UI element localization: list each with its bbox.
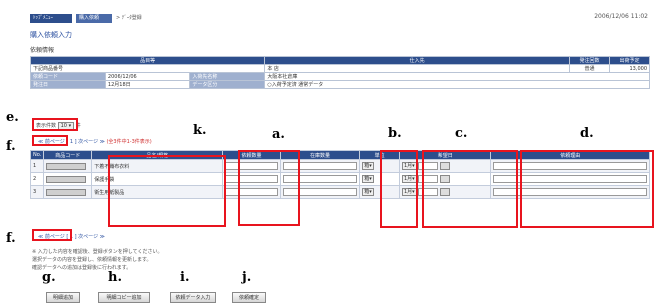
item-code-field[interactable] bbox=[46, 162, 87, 170]
day-input[interactable] bbox=[418, 162, 439, 170]
table-row: 2 保護手袋 箱▾ 1月▾ bbox=[29, 172, 650, 186]
annotation-label-j: j. bbox=[242, 270, 252, 285]
items-table: No. 商品コード 品名/規格 依頼数量 在庫数量 単位 希望日 依頼理由 1 … bbox=[29, 150, 650, 199]
col-date: 希望日 bbox=[398, 150, 492, 160]
calendar-icon[interactable] bbox=[439, 162, 450, 170]
info-label-dest: 入荷先名称 bbox=[189, 72, 266, 81]
quantity-input[interactable] bbox=[225, 188, 278, 196]
breadcrumb: > ﾃﾞｰﾀ登録 bbox=[116, 15, 142, 21]
unit-select[interactable]: 箱▾ bbox=[362, 162, 374, 170]
info-label-type: データ区分 bbox=[189, 80, 266, 89]
info-cell-item: 下記商品番号 bbox=[29, 64, 266, 73]
pager-bottom[interactable]: ≪ 前ページ [ 1 ] 次ページ ≫ bbox=[38, 233, 105, 240]
annotation-label-b: b. bbox=[388, 126, 402, 141]
info-cell-count: 普通 bbox=[569, 64, 610, 73]
request-info-table: 品目等 仕入先 発注回数 出荷予定 下記商品番号 本 店 普通 13,000 依… bbox=[29, 56, 650, 89]
row-no: 1 bbox=[29, 159, 45, 173]
month-select[interactable]: 1月▾ bbox=[401, 175, 417, 183]
col-code: 商品コード bbox=[43, 150, 93, 160]
reason-input[interactable] bbox=[493, 175, 647, 183]
annotation-label-a: a. bbox=[272, 127, 285, 142]
unit-select[interactable]: 箱▾ bbox=[362, 188, 374, 196]
row-no: 3 bbox=[29, 185, 45, 199]
info-label-code: 依頼コード bbox=[30, 72, 106, 81]
info-label-date: 発注日 bbox=[30, 80, 106, 89]
datetime: 2006/12/06 11:02 bbox=[594, 13, 648, 20]
annotation-label-g: g. bbox=[42, 270, 56, 285]
info-value-type: ○入荷予定済 通常データ bbox=[264, 80, 650, 89]
calendar-icon[interactable] bbox=[439, 175, 450, 183]
month-select[interactable]: 1月▾ bbox=[401, 162, 417, 170]
reason-input[interactable] bbox=[493, 188, 647, 196]
info-header-items: 品目等 bbox=[29, 56, 266, 65]
day-input[interactable] bbox=[418, 188, 439, 196]
annotation-label-h: h. bbox=[108, 270, 122, 285]
col-no: No. bbox=[29, 150, 45, 160]
col-stock: 在庫数量 bbox=[279, 150, 361, 160]
stock-input[interactable] bbox=[282, 188, 358, 196]
display-count-select[interactable]: 10 ▾ bbox=[57, 122, 75, 130]
pager-top-note: (全3件中1-3件表示) bbox=[106, 139, 152, 145]
item-name: 下着不織布衣料 bbox=[91, 159, 224, 173]
info-value-code: 2006/12/06 bbox=[104, 72, 191, 81]
pager-bottom-links[interactable]: ≪ 前ページ [ 1 ] 次ページ ≫ bbox=[38, 234, 105, 240]
quantity-input[interactable] bbox=[225, 175, 278, 183]
annotation-label-c: c. bbox=[455, 126, 468, 141]
annotation-label-d: d. bbox=[580, 126, 594, 141]
info-header-supplier: 仕入先 bbox=[264, 56, 570, 65]
annotation-label-k: k. bbox=[193, 123, 207, 138]
annotation-label-i: i. bbox=[180, 270, 190, 285]
page-title: 購入依頼入力 bbox=[30, 31, 72, 39]
col-reason: 依頼理由 bbox=[490, 150, 650, 160]
col-unit: 単位 bbox=[359, 150, 400, 160]
tab-purchase[interactable]: 購入依頼 bbox=[76, 14, 112, 23]
add-row-button[interactable]: 明細追加 bbox=[46, 292, 80, 303]
data-input-button[interactable]: 依頼データ入力 bbox=[170, 292, 216, 303]
pager-top[interactable]: ≪ 前ページ [ 1 ] 次ページ ≫ (全3件中1-3件表示) bbox=[38, 138, 152, 145]
note-line: 選択データの内容を登録し、依頼情報を更新します。 bbox=[32, 257, 152, 263]
display-count-unit: 件 bbox=[75, 123, 81, 129]
stock-input[interactable] bbox=[282, 175, 358, 183]
item-code-field[interactable] bbox=[46, 175, 87, 183]
info-cell-supplier: 本 店 bbox=[264, 64, 570, 73]
quantity-input[interactable] bbox=[225, 162, 278, 170]
table-row: 1 下着不織布衣料 箱▾ 1月▾ bbox=[29, 159, 650, 173]
item-code-field[interactable] bbox=[46, 188, 87, 196]
reason-input[interactable] bbox=[493, 162, 647, 170]
item-name: 衛生用紙製品 bbox=[91, 185, 224, 199]
table-row: 3 衛生用紙製品 箱▾ 1月▾ bbox=[29, 185, 650, 199]
info-value-dest: 大阪本社倉庫 bbox=[264, 72, 650, 81]
note-line: ※ 入力した内容を確認後、登録ボタンを押してください。 bbox=[32, 249, 163, 255]
item-name: 保護手袋 bbox=[91, 172, 224, 186]
confirm-button[interactable]: 依頼確定 bbox=[232, 292, 266, 303]
calendar-icon[interactable] bbox=[439, 188, 450, 196]
stock-input[interactable] bbox=[282, 162, 358, 170]
tab-top-menu[interactable]: ﾄｯﾌﾟﾒﾆｭｰ bbox=[30, 14, 72, 23]
pager-top-links[interactable]: ≪ 前ページ [ 1 ] 次ページ ≫ bbox=[38, 139, 105, 145]
col-qty: 依頼数量 bbox=[222, 150, 281, 160]
info-header-count: 発注回数 bbox=[569, 56, 610, 65]
row-no: 2 bbox=[29, 172, 45, 186]
info-value-date: 12月18日 bbox=[104, 80, 191, 89]
annotation-label-f-bottom: f. bbox=[6, 231, 16, 246]
info-header-ship: 出荷予定 bbox=[609, 56, 650, 65]
annotation-label-f-top: f. bbox=[6, 139, 16, 154]
annotation-label-e: e. bbox=[6, 110, 19, 125]
display-count-label: 表示件数 bbox=[36, 123, 57, 129]
day-input[interactable] bbox=[418, 175, 439, 183]
month-select[interactable]: 1月▾ bbox=[401, 188, 417, 196]
info-cell-ship: 13,000 bbox=[609, 64, 650, 73]
copy-add-button[interactable]: 明細コピー追加 bbox=[98, 292, 150, 303]
unit-select[interactable]: 箱▾ bbox=[362, 175, 374, 183]
col-name: 品名/規格 bbox=[91, 150, 224, 160]
notes: ※ 入力した内容を確認後、登録ボタンを押してください。 選択データの内容を登録し… bbox=[32, 248, 162, 272]
section-title: 依頼情報 bbox=[30, 47, 55, 54]
display-count-control: 表示件数 10 ▾ 件 bbox=[36, 122, 81, 130]
